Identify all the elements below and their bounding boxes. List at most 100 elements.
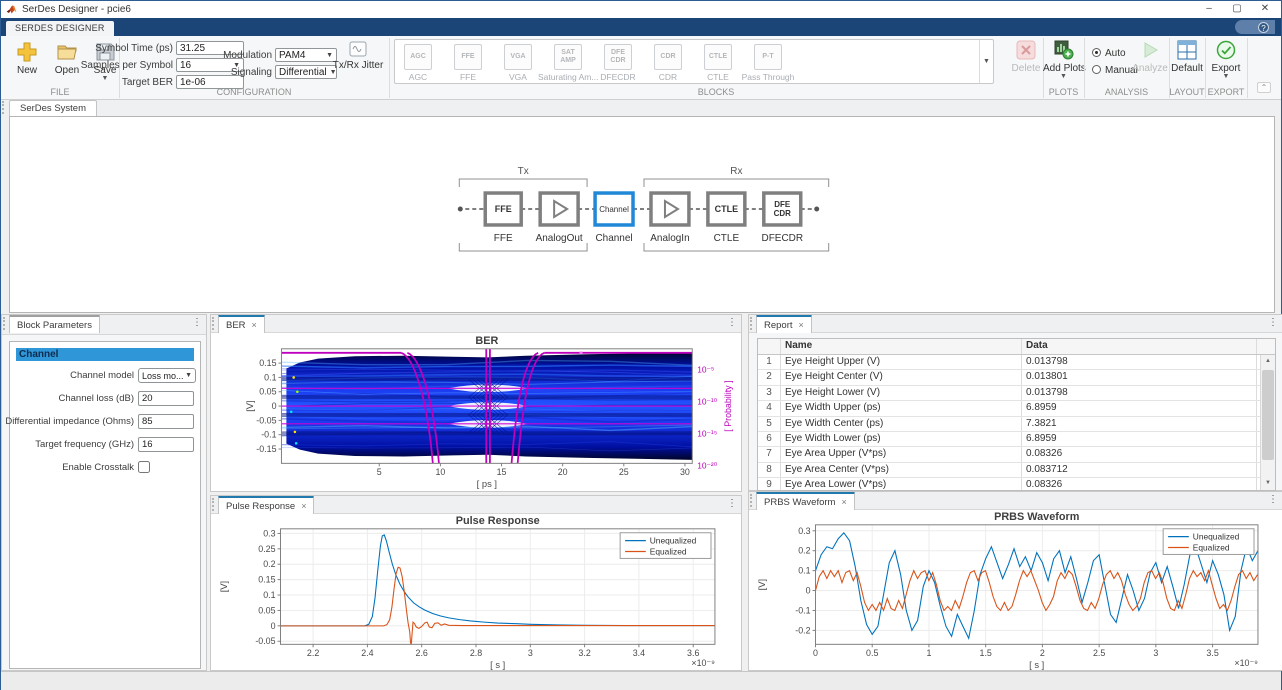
- minimize-button[interactable]: –: [1195, 1, 1223, 17]
- auto-radio[interactable]: Auto: [1092, 48, 1126, 59]
- tab-serdes-designer[interactable]: SERDES DESIGNER: [6, 21, 114, 36]
- tab-block-parameters[interactable]: Block Parameters: [9, 315, 100, 333]
- block-caption: AnalogIn: [650, 233, 689, 244]
- panel-menu-button[interactable]: ⋮: [1268, 317, 1278, 328]
- jitter-button[interactable]: Tx/Rx Jitter: [328, 41, 388, 71]
- system-block-channel[interactable]: Channel: [593, 191, 635, 227]
- channel-loss-input[interactable]: [138, 391, 194, 406]
- x-axis-label: [ ps ]: [477, 479, 497, 489]
- serdes-system-canvas[interactable]: Tx Rx FFE FFE AnalogOut Channel Channel AnalogI…: [9, 116, 1275, 313]
- report-table-row[interactable]: 1 Eye Height Upper (V) 0.013798: [758, 355, 1275, 371]
- report-cell-name: Eye Width Upper (ps): [781, 401, 1022, 416]
- report-table-row[interactable]: 7 Eye Area Upper (V*ps) 0.08326: [758, 447, 1275, 463]
- system-block-ffe[interactable]: FFE: [483, 191, 523, 227]
- panel-collapse-grip[interactable]: [750, 494, 753, 507]
- vertical-scrollbar[interactable]: ▲ ▼: [1260, 355, 1275, 490]
- report-cell-name: Eye Area Upper (V*ps): [781, 447, 1022, 462]
- report-cell-data: 0.013801: [1022, 370, 1257, 385]
- add-plots-button[interactable]: Add Plots ▼: [1043, 40, 1086, 80]
- scrollbar-thumb[interactable]: [1262, 370, 1274, 460]
- help-pill[interactable]: ?: [1235, 20, 1275, 34]
- svg-text:3: 3: [1153, 648, 1158, 658]
- report-table-row[interactable]: 3 Eye Height Lower (V) 0.013798: [758, 385, 1275, 402]
- section-label-analysis: ANALYSIS: [1104, 87, 1149, 97]
- palette-block-ctle[interactable]: CTLE: [704, 44, 732, 70]
- report-cell-name: Eye Width Lower (ps): [781, 431, 1022, 447]
- status-bar: [1, 671, 1281, 690]
- toolstrip: New Open Save ▼ Symbol Time (ps) Samples…: [1, 36, 1281, 100]
- pulse-response-chart[interactable]: Pulse Response 2.2 2.4 2.6 2.8 3 3.2 3.4 3.6 0.3 0…: [211, 514, 741, 670]
- tab-report[interactable]: Report ×: [756, 315, 812, 333]
- add-plots-dropdown-arrow[interactable]: ▼: [1043, 73, 1084, 80]
- close-tab-icon[interactable]: ×: [841, 497, 846, 507]
- y-axis-label: [V]: [245, 400, 255, 411]
- modulation-label: Modulation: [223, 50, 272, 61]
- report-table-row[interactable]: 4 Eye Width Upper (ps) 6.8959: [758, 401, 1275, 417]
- delete-button[interactable]: Delete: [1009, 40, 1043, 74]
- report-cell-name: Eye Height Center (V): [781, 370, 1022, 385]
- new-button[interactable]: New: [7, 40, 47, 76]
- report-table-row[interactable]: 2 Eye Height Center (V) 0.013801: [758, 370, 1275, 386]
- export-dropdown-arrow[interactable]: ▼: [1206, 73, 1246, 80]
- svg-text:0: 0: [271, 621, 276, 631]
- scroll-down-icon[interactable]: ▼: [1261, 477, 1275, 490]
- svg-text:0.1: 0.1: [263, 590, 275, 600]
- analyze-button[interactable]: Analyze: [1131, 40, 1169, 74]
- panel-collapse-grip[interactable]: [2, 101, 5, 114]
- report-table-row[interactable]: 8 Eye Area Center (V*ps) 0.083712: [758, 462, 1275, 479]
- svg-text:-0.2: -0.2: [795, 625, 810, 635]
- panel-collapse-grip[interactable]: [212, 317, 215, 330]
- panel-menu-button[interactable]: ⋮: [727, 498, 737, 509]
- panel-collapse-grip[interactable]: [750, 317, 753, 330]
- palette-dropdown-button[interactable]: ▼: [979, 40, 993, 83]
- tab-ber[interactable]: BER ×: [218, 315, 265, 333]
- panel-menu-button[interactable]: ⋮: [1268, 494, 1278, 505]
- column-header-name[interactable]: Name: [781, 339, 1022, 354]
- report-table-row[interactable]: 9 Eye Area Lower (V*ps) 0.08326: [758, 478, 1275, 490]
- help-icon[interactable]: ?: [1258, 21, 1269, 33]
- close-button[interactable]: ✕: [1251, 1, 1279, 17]
- maximize-button[interactable]: ▢: [1223, 1, 1251, 17]
- tab-serdes-system[interactable]: SerDes System: [9, 100, 97, 116]
- svg-text:0.25: 0.25: [258, 544, 275, 554]
- palette-block-saturating-am-[interactable]: SAT AMP: [554, 44, 582, 70]
- close-tab-icon[interactable]: ×: [252, 320, 257, 330]
- svg-text:-0.05: -0.05: [256, 415, 276, 425]
- panel-menu-button[interactable]: ⋮: [192, 317, 202, 328]
- panel-collapse-grip[interactable]: [3, 317, 6, 330]
- default-layout-button[interactable]: Default: [1170, 40, 1204, 74]
- palette-block-pass-through[interactable]: P-T: [754, 44, 782, 70]
- tab-pulse-response[interactable]: Pulse Response ×: [218, 496, 315, 514]
- target-frequency-input[interactable]: [138, 437, 194, 452]
- close-tab-icon[interactable]: ×: [799, 320, 804, 330]
- close-tab-icon[interactable]: ×: [301, 501, 306, 511]
- column-header-data[interactable]: Data: [1022, 339, 1257, 354]
- scroll-up-icon[interactable]: ▲: [1261, 355, 1275, 368]
- panel-menu-button[interactable]: ⋮: [727, 317, 737, 328]
- differential-impedance-input[interactable]: [138, 414, 194, 429]
- palette-block-dfecdr[interactable]: DFE CDR: [604, 44, 632, 70]
- panel-collapse-grip[interactable]: [212, 498, 215, 511]
- channel-model-combo[interactable]: Loss mo... ▼: [138, 368, 196, 383]
- palette-block-ffe[interactable]: FFE: [454, 44, 482, 70]
- ber-eye-diagram[interactable]: BER 5 10 15 20 25 30 0.15 0.1 0.05 0 -0.05 -0.1 -0.15…: [211, 333, 741, 491]
- svg-text:30: 30: [680, 467, 690, 477]
- report-table-row[interactable]: 5 Eye Width Center (ps) 7.3821: [758, 416, 1275, 432]
- system-block-dfecdr[interactable]: DFE CDR: [762, 191, 803, 227]
- system-block-analogout[interactable]: [538, 191, 580, 227]
- palette-block-agc[interactable]: AGC: [404, 44, 432, 70]
- legend-entry: Unequalized: [1193, 532, 1240, 542]
- report-table-row[interactable]: 6 Eye Width Lower (ps) 6.8959: [758, 431, 1275, 448]
- report-cell-data: 0.083712: [1022, 462, 1257, 478]
- tab-prbs-waveform[interactable]: PRBS Waveform ×: [756, 492, 855, 510]
- svg-text:0.1: 0.1: [264, 372, 276, 382]
- palette-block-vga[interactable]: VGA: [504, 44, 532, 70]
- report-tab-row: Report × ⋮: [749, 315, 1282, 333]
- collapse-ribbon-button[interactable]: ⌃: [1257, 82, 1271, 93]
- export-button[interactable]: Export ▼: [1206, 40, 1246, 80]
- palette-block-cdr[interactable]: CDR: [654, 44, 682, 70]
- prbs-waveform-chart[interactable]: PRBS Waveform 0 0.5 1 1.5 2 2.5 3 3.5 0.3 0.2 0.1 0 -…: [749, 510, 1282, 670]
- system-block-analogin[interactable]: [649, 191, 691, 227]
- enable-crosstalk-checkbox[interactable]: [138, 461, 150, 473]
- system-block-ctle[interactable]: CTLE: [706, 191, 747, 227]
